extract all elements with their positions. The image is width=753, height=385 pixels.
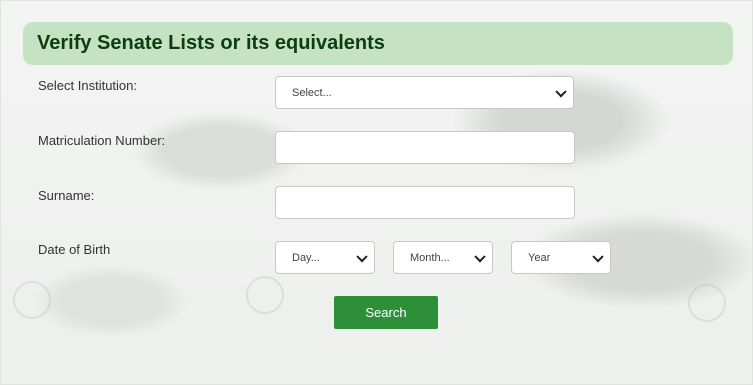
background-emblem — [13, 281, 51, 319]
background-emblem — [246, 276, 284, 314]
page-title: Verify Senate Lists or its equivalents — [37, 32, 385, 54]
matric-label: Matriculation Number: — [38, 133, 166, 148]
chevron-down-icon — [555, 85, 567, 97]
search-button[interactable]: Search — [334, 296, 438, 329]
matric-number-input[interactable] — [275, 131, 575, 164]
year-select[interactable]: Year — [511, 241, 611, 274]
dob-label: Date of Birth — [38, 242, 111, 257]
background-emblem — [688, 284, 726, 322]
institution-select[interactable]: Select... — [275, 76, 574, 109]
day-select-value: Day... — [292, 251, 320, 264]
institution-label: Select Institution: — [38, 78, 137, 93]
verification-page: Verify Senate Lists or its equivalents S… — [0, 0, 753, 385]
year-select-value: Year — [528, 251, 551, 264]
surname-label: Surname: — [38, 188, 95, 203]
institution-select-value: Select... — [292, 86, 332, 99]
page-header: Verify Senate Lists or its equivalents — [23, 22, 733, 65]
chevron-down-icon — [474, 250, 486, 262]
chevron-down-icon — [592, 250, 604, 262]
day-select[interactable]: Day... — [275, 241, 375, 274]
month-select[interactable]: Month... — [393, 241, 493, 274]
surname-input[interactable] — [275, 186, 575, 219]
month-select-value: Month... — [410, 251, 450, 264]
chevron-down-icon — [356, 250, 368, 262]
